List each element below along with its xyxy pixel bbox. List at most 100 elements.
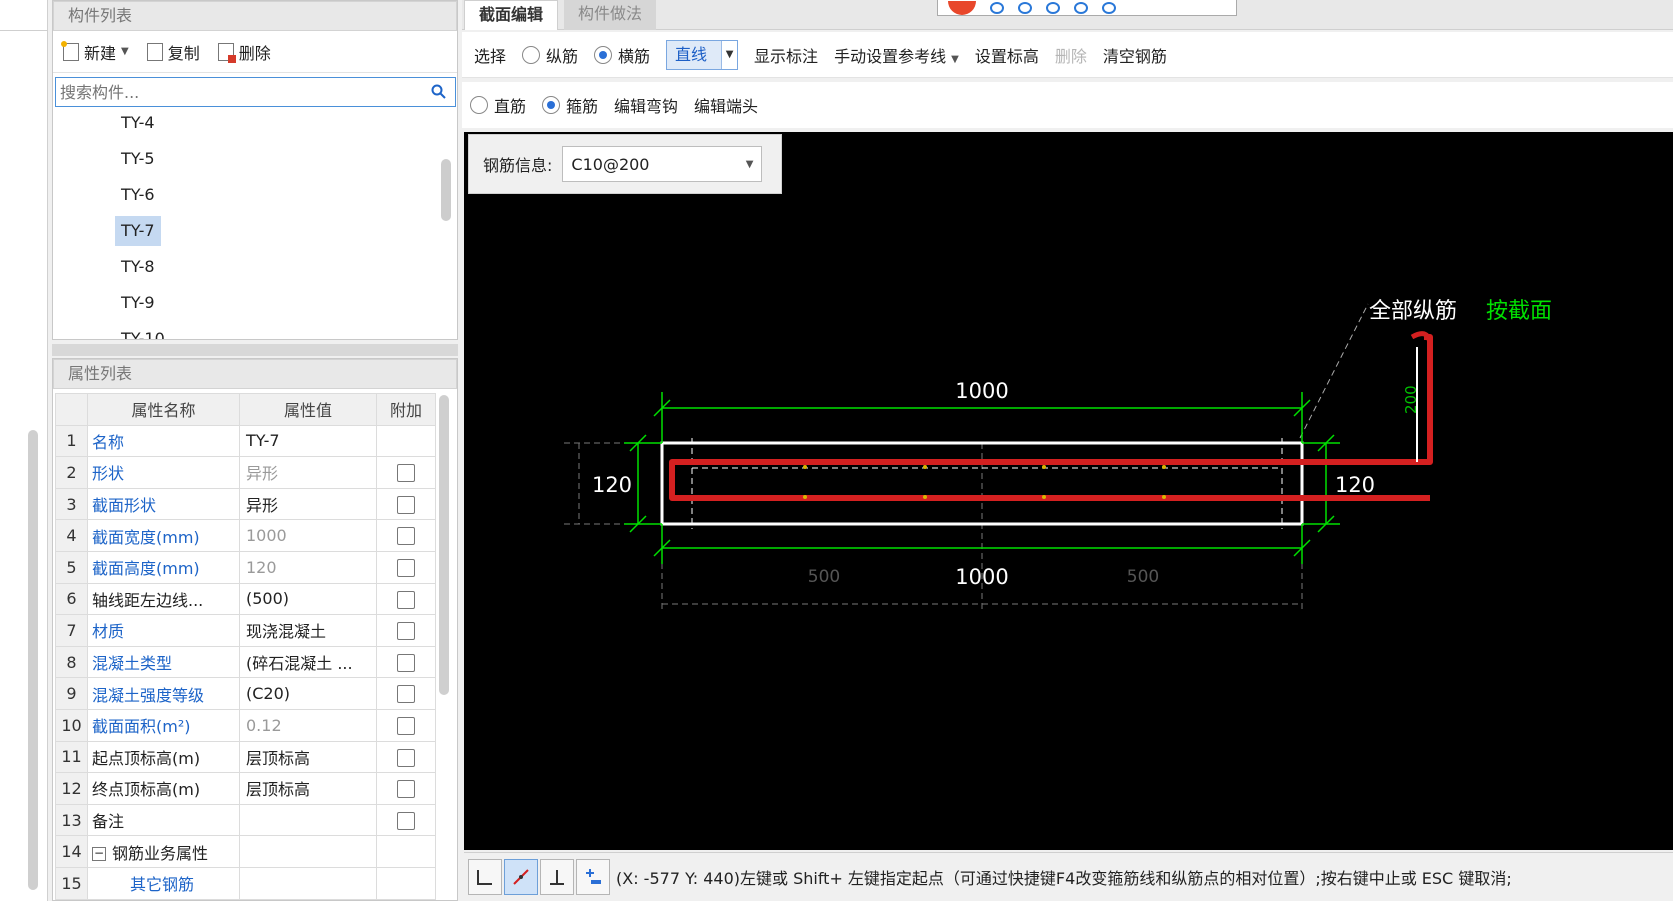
clear-rebar-button[interactable]: 清空钢筋 bbox=[1103, 43, 1167, 67]
section-drawing[interactable]: 1000 1000 120 120 500 500 200 全部纵筋 按截面 bbox=[464, 132, 1673, 850]
extra-checkbox[interactable] bbox=[397, 527, 415, 546]
tab-component-method[interactable]: 构件做法 bbox=[564, 0, 657, 30]
edit-end-button[interactable]: 编辑端头 bbox=[694, 93, 758, 117]
radio-label: 直筋 bbox=[494, 97, 527, 116]
table-row[interactable]: 8 混凝土类型 (碎石混凝土 ... bbox=[55, 645, 436, 679]
table-row[interactable]: 13 备注 bbox=[55, 803, 436, 837]
edit-hook-button[interactable]: 编辑弯钩 bbox=[614, 93, 678, 117]
manual-ref-line-label: 手动设置参考线 bbox=[834, 46, 947, 66]
tab-section-edit[interactable]: 截面编辑 bbox=[464, 0, 559, 30]
property-value[interactable]: 1000 bbox=[239, 519, 377, 552]
table-row[interactable]: 15 其它钢筋 bbox=[55, 866, 436, 900]
collapse-icon[interactable]: − bbox=[92, 847, 106, 862]
row-number: 11 bbox=[55, 740, 88, 774]
property-value[interactable]: 异形 bbox=[239, 456, 377, 489]
extra-checkbox[interactable] bbox=[397, 590, 415, 609]
delete-rebar-button[interactable]: 删除 bbox=[1055, 43, 1087, 67]
extra-checkbox[interactable] bbox=[397, 685, 415, 704]
property-value[interactable]: 层顶标高 bbox=[239, 772, 377, 805]
extra-checkbox[interactable] bbox=[397, 622, 415, 641]
extra-checkbox[interactable] bbox=[397, 653, 415, 672]
table-row[interactable]: 7 材质 现浇混凝土 bbox=[55, 614, 436, 647]
annotation-by-section[interactable]: 按截面 bbox=[1486, 299, 1552, 324]
header-extra: 附加 bbox=[376, 393, 436, 426]
snap-button[interactable] bbox=[504, 859, 538, 895]
list-item[interactable]: TY-4 bbox=[53, 105, 433, 141]
extra-checkbox[interactable] bbox=[397, 464, 415, 483]
row-number: 7 bbox=[55, 614, 88, 647]
list-item-label: TY-9 bbox=[121, 293, 155, 312]
radio-selected-icon bbox=[542, 96, 561, 114]
table-row[interactable]: 9 混凝土强度等级 (C20) bbox=[55, 677, 436, 710]
manual-ref-line-button[interactable]: 手动设置参考线 ▼ bbox=[834, 43, 959, 67]
perpendicular-button[interactable] bbox=[540, 859, 574, 895]
copy-button[interactable]: 复制 bbox=[143, 38, 204, 66]
extra-checkbox[interactable] bbox=[397, 748, 415, 767]
table-row[interactable]: 5 截面高度(mm) 120 bbox=[55, 550, 436, 584]
extra-checkbox[interactable] bbox=[397, 716, 415, 735]
orthogonal-button[interactable] bbox=[468, 859, 502, 895]
table-row[interactable]: 11 起点顶标高(m) 层顶标高 bbox=[55, 740, 436, 774]
delete-button[interactable]: 删除 bbox=[214, 38, 275, 66]
smile-icon[interactable] bbox=[990, 1, 1004, 14]
table-row[interactable]: 6 轴线距左边线... (500) bbox=[55, 582, 436, 616]
property-value[interactable]: (碎石混凝土 ... bbox=[239, 645, 377, 679]
list-item[interactable]: TY-8 bbox=[53, 249, 433, 285]
list-item[interactable]: TY-9 bbox=[53, 285, 433, 321]
property-value[interactable]: 异形 bbox=[239, 487, 377, 521]
grid-icon[interactable] bbox=[1102, 1, 1116, 14]
table-row[interactable]: 1 名称 TY-7 bbox=[55, 424, 436, 458]
left-scrollbar[interactable] bbox=[28, 430, 38, 890]
property-value[interactable]: 120 bbox=[239, 550, 377, 584]
mic-icon[interactable] bbox=[1018, 1, 1032, 14]
rebar-point bbox=[1162, 495, 1166, 499]
property-value[interactable] bbox=[239, 803, 377, 837]
row-number: 13 bbox=[55, 803, 88, 837]
straight-radio[interactable]: 直筋 bbox=[470, 93, 526, 117]
property-list-scrollbar[interactable] bbox=[439, 395, 449, 695]
property-value[interactable]: (500) bbox=[239, 582, 377, 616]
component-list-scrollbar[interactable] bbox=[441, 159, 451, 221]
keyboard-icon[interactable] bbox=[1046, 1, 1060, 14]
group-cell[interactable]: − 钢筋业务属性 bbox=[87, 835, 240, 868]
add-point-button[interactable] bbox=[576, 859, 610, 895]
select-button[interactable]: 选择 bbox=[474, 43, 506, 67]
search-input[interactable] bbox=[60, 82, 400, 102]
table-row-group[interactable]: 14− 钢筋业务属性 bbox=[55, 835, 436, 868]
extra-checkbox[interactable] bbox=[397, 559, 415, 578]
property-value[interactable]: TY-7 bbox=[239, 424, 377, 458]
rebar-point bbox=[923, 495, 927, 499]
property-value[interactable]: (C20) bbox=[239, 677, 377, 710]
drawing-canvas[interactable]: 1000 1000 120 120 500 500 200 全部纵筋 按截面 钢… bbox=[464, 132, 1673, 850]
extra-checkbox[interactable] bbox=[397, 811, 415, 830]
rebar-info-select[interactable]: C10@200 ▼ bbox=[562, 146, 763, 182]
show-annotation-button[interactable]: 显示标注 bbox=[754, 43, 818, 67]
set-elevation-button[interactable]: 设置标高 bbox=[975, 43, 1039, 67]
longitudinal-radio[interactable]: 纵筋 bbox=[522, 43, 578, 67]
list-item[interactable]: TY-5 bbox=[53, 141, 433, 177]
row-number: 2 bbox=[55, 456, 88, 489]
header-name: 属性名称 bbox=[87, 393, 240, 426]
radio-label: 横筋 bbox=[618, 46, 651, 66]
list-item[interactable]: TY-6 bbox=[53, 177, 433, 213]
list-item-selected[interactable]: TY-7 bbox=[53, 213, 433, 249]
table-row[interactable]: 3 截面形状 异形 bbox=[55, 487, 436, 521]
search-icon[interactable] bbox=[431, 84, 447, 100]
extra-checkbox[interactable] bbox=[397, 780, 415, 799]
list-item[interactable]: TY-10 bbox=[53, 321, 433, 339]
table-row[interactable]: 2 形状 异形 bbox=[55, 456, 436, 489]
section-toolbar: 选择 纵筋 横筋 直线 ▼ 显示标注 手动设置参考线 ▼ 设置标高 删除 清空钢… bbox=[462, 32, 1673, 78]
transverse-radio[interactable]: 横筋 bbox=[594, 43, 650, 67]
new-button[interactable]: 新建 ▼ bbox=[59, 38, 133, 66]
shirt-icon[interactable] bbox=[1074, 1, 1088, 14]
extra-checkbox[interactable] bbox=[397, 495, 415, 514]
table-row[interactable]: 4 截面宽度(mm) 1000 bbox=[55, 519, 436, 552]
panel-splitter[interactable] bbox=[52, 344, 458, 356]
line-mode-dropdown[interactable]: 直线 ▼ bbox=[666, 39, 739, 70]
property-value[interactable]: 层顶标高 bbox=[239, 740, 377, 774]
table-row[interactable]: 10 截面面积(m²) 0.12 bbox=[55, 708, 436, 742]
stirrup-radio[interactable]: 箍筋 bbox=[542, 93, 598, 117]
table-row[interactable]: 12 终点顶标高(m) 层顶标高 bbox=[55, 772, 436, 805]
property-value[interactable]: 现浇混凝土 bbox=[239, 614, 377, 647]
property-value[interactable]: 0.12 bbox=[239, 708, 377, 742]
